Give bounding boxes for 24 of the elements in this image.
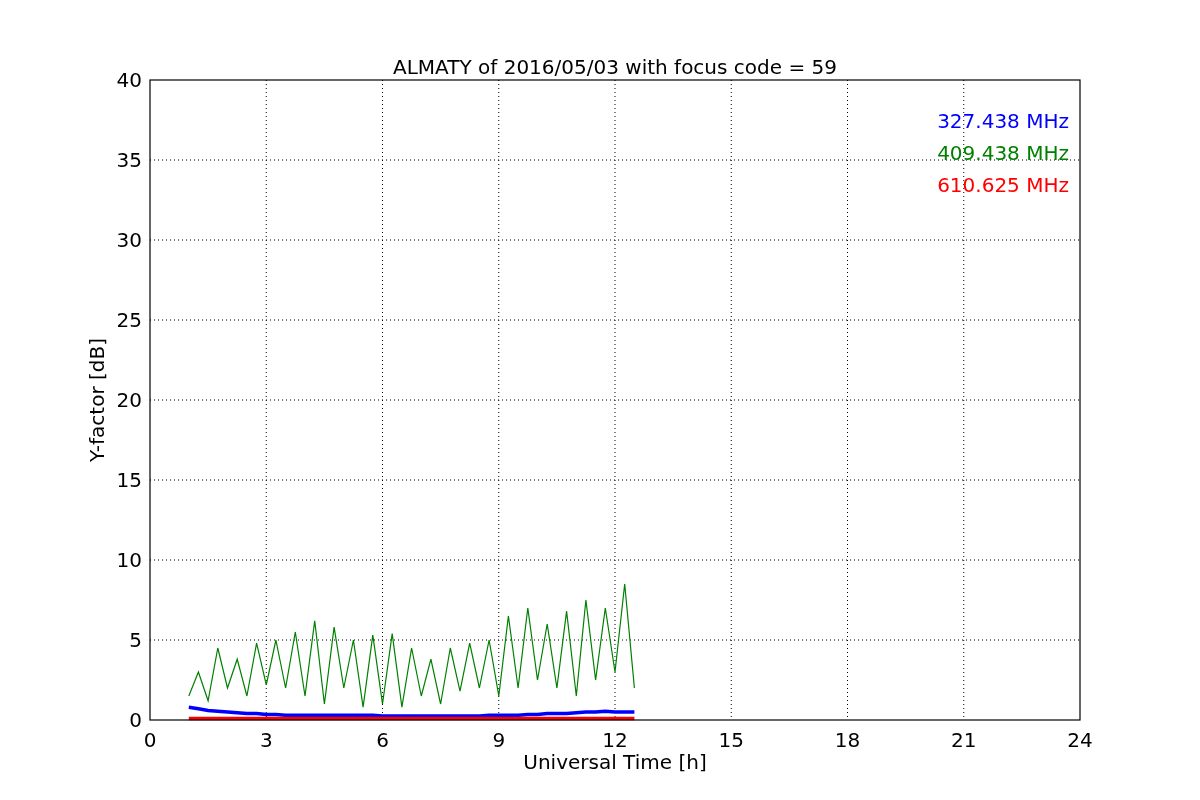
tick-label: 0	[143, 728, 157, 752]
tick-label: 40	[116, 68, 142, 92]
axis-label: Y-factor [dB]	[85, 338, 109, 462]
tick-label: 24	[1067, 728, 1093, 752]
tick-label: 0	[129, 708, 142, 732]
chart-title: ALMATY of 2016/05/03 with focus code = 59	[393, 55, 837, 79]
legend-label: 409.438 MHz	[937, 141, 1069, 165]
tick-label: 6	[376, 728, 389, 752]
tick-label: 10	[116, 548, 142, 572]
tick-label: 9	[492, 728, 506, 752]
tick-label: 3	[259, 728, 273, 752]
tick-label: 15	[718, 728, 744, 752]
tick-label: 25	[116, 308, 142, 332]
tick-label: 20	[116, 388, 142, 412]
tick-label: 30	[116, 228, 142, 252]
tick-label: 15	[116, 468, 142, 492]
tick-label: 35	[116, 148, 142, 172]
tick-label: 18	[834, 728, 861, 752]
legend-label: 610.625 MHz	[937, 173, 1069, 197]
tick-label: 21	[951, 728, 977, 752]
tick-label: 12	[602, 728, 628, 752]
axis-label: Universal Time [h]	[523, 750, 707, 774]
legend-label: 327.438 MHz	[937, 109, 1069, 133]
tick-label: 5	[129, 628, 142, 652]
